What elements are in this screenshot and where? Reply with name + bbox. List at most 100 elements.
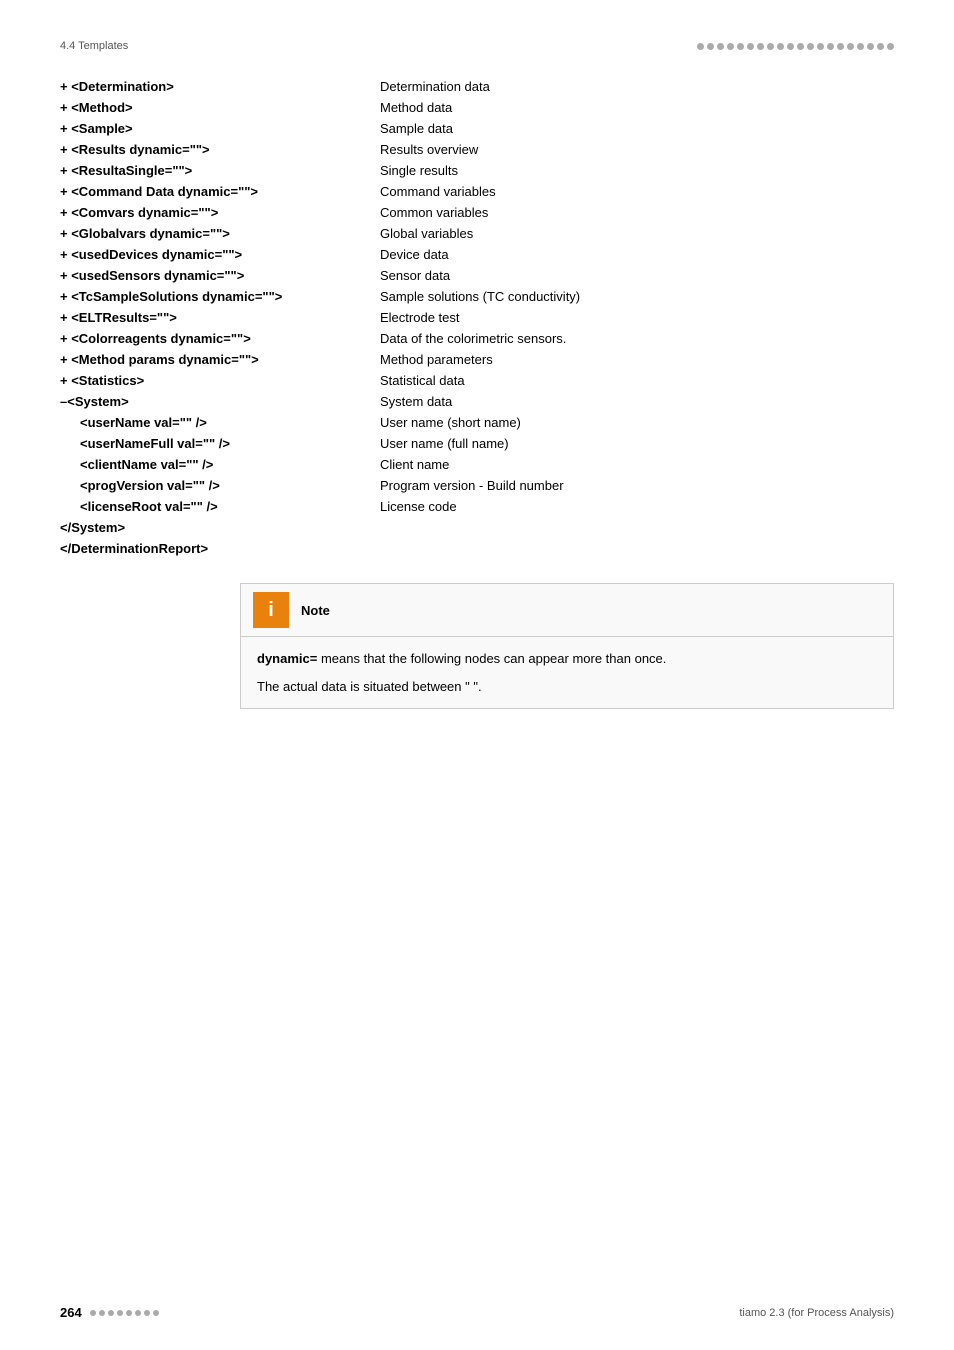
table-row: + <usedDevices dynamic="">Device data	[60, 244, 894, 265]
table-row: + <Statistics>Statistical data	[60, 370, 894, 391]
table-row: + <Results dynamic="">Results overview	[60, 139, 894, 160]
row-left-4: + <ResultaSingle="">	[60, 163, 380, 178]
row-left-19: <progVersion val="" />	[60, 478, 380, 493]
table-row: + <Sample>Sample data	[60, 118, 894, 139]
row-right-6: Common variables	[380, 205, 894, 220]
table-row: + <Globalvars dynamic="">Global variable…	[60, 223, 894, 244]
note-box: i Note dynamic= means that the following…	[240, 583, 894, 709]
note-line1-bold: dynamic=	[257, 651, 317, 666]
row-right-15: System data	[380, 394, 894, 409]
row-left-17: <userNameFull val="" />	[60, 436, 380, 451]
table-row: <userName val="" />User name (short name…	[60, 412, 894, 433]
table-row: <userNameFull val="" />User name (full n…	[60, 433, 894, 454]
table-row: </System>	[60, 517, 894, 538]
header-dot-16	[847, 43, 854, 50]
note-title: Note	[301, 603, 330, 618]
header-dot-12	[807, 43, 814, 50]
note-icon: i	[253, 592, 289, 628]
header-dot-10	[787, 43, 794, 50]
table-row: + <TcSampleSolutions dynamic="">Sample s…	[60, 286, 894, 307]
row-left-8: + <usedDevices dynamic="">	[60, 247, 380, 262]
header-dot-4	[727, 43, 734, 50]
footer-dot-1	[90, 1310, 96, 1316]
row-left-16: <userName val="" />	[60, 415, 380, 430]
row-left-11: + <ELTResults="">	[60, 310, 380, 325]
table-row: <licenseRoot val="" />License code	[60, 496, 894, 517]
row-right-4: Single results	[380, 163, 894, 178]
note-icon-label: i	[268, 599, 274, 622]
row-right-7: Global variables	[380, 226, 894, 241]
header-dot-2	[707, 43, 714, 50]
footer-dot-8	[153, 1310, 159, 1316]
row-left-13: + <Method params dynamic="">	[60, 352, 380, 367]
row-left-9: + <usedSensors dynamic="">	[60, 268, 380, 283]
header-dot-6	[747, 43, 754, 50]
row-left-10: + <TcSampleSolutions dynamic="">	[60, 289, 380, 304]
header-dot-15	[837, 43, 844, 50]
table-row: + <Method params dynamic="">Method param…	[60, 349, 894, 370]
row-left-14: + <Statistics>	[60, 373, 380, 388]
row-left-21: </System>	[60, 520, 380, 535]
row-right-9: Sensor data	[380, 268, 894, 283]
row-left-6: + <Comvars dynamic="">	[60, 205, 380, 220]
row-left-0: + <Determination>	[60, 79, 380, 94]
header-dot-18	[867, 43, 874, 50]
row-left-3: + <Results dynamic="">	[60, 142, 380, 157]
row-right-1: Method data	[380, 100, 894, 115]
table-row: + <ResultaSingle="">Single results	[60, 160, 894, 181]
row-left-12: + <Colorreagents dynamic="">	[60, 331, 380, 346]
row-right-17: User name (full name)	[380, 436, 894, 451]
footer-dot-7	[144, 1310, 150, 1316]
header-decoration	[697, 43, 894, 50]
table-row: + <Colorreagents dynamic="">Data of the …	[60, 328, 894, 349]
footer-dot-5	[126, 1310, 132, 1316]
table-row: –<System>System data	[60, 391, 894, 412]
table-row: + <Determination>Determination data	[60, 76, 894, 97]
header-dot-19	[877, 43, 884, 50]
row-right-16: User name (short name)	[380, 415, 894, 430]
footer-dot-3	[108, 1310, 114, 1316]
section-label: 4.4 Templates	[60, 40, 128, 52]
table-row: <clientName val="" />Client name	[60, 454, 894, 475]
row-right-3: Results overview	[380, 142, 894, 157]
header-dot-20	[887, 43, 894, 50]
row-left-7: + <Globalvars dynamic="">	[60, 226, 380, 241]
xml-table: + <Determination>Determination data+ <Me…	[60, 76, 894, 559]
row-left-5: + <Command Data dynamic="">	[60, 184, 380, 199]
header-dot-3	[717, 43, 724, 50]
row-right-0: Determination data	[380, 79, 894, 94]
row-left-22: </DeterminationReport>	[60, 541, 380, 556]
row-right-13: Method parameters	[380, 352, 894, 367]
row-left-2: + <Sample>	[60, 121, 380, 136]
note-line1: dynamic= means that the following nodes …	[257, 649, 877, 669]
note-body: dynamic= means that the following nodes …	[241, 637, 893, 708]
header-dot-5	[737, 43, 744, 50]
footer-decoration	[90, 1310, 159, 1316]
footer-dot-4	[117, 1310, 123, 1316]
row-right-12: Data of the colorimetric sensors.	[380, 331, 894, 346]
header-dot-9	[777, 43, 784, 50]
page-footer: 264 tiamo 2.3 (for Process Analysis)	[60, 1305, 894, 1320]
header-dot-1	[697, 43, 704, 50]
table-row: + <Method>Method data	[60, 97, 894, 118]
table-row: + <Comvars dynamic="">Common variables	[60, 202, 894, 223]
table-row: <progVersion val="" />Program version - …	[60, 475, 894, 496]
header-dot-7	[757, 43, 764, 50]
page: 4.4 Templates + <Determination>Deter	[0, 0, 954, 769]
table-row: + <ELTResults="">Electrode test	[60, 307, 894, 328]
page-header: 4.4 Templates	[60, 40, 894, 52]
row-right-19: Program version - Build number	[380, 478, 894, 493]
header-dot-17	[857, 43, 864, 50]
row-left-1: + <Method>	[60, 100, 380, 115]
footer-dot-2	[99, 1310, 105, 1316]
table-row: </DeterminationReport>	[60, 538, 894, 559]
row-right-5: Command variables	[380, 184, 894, 199]
row-right-20: License code	[380, 499, 894, 514]
row-right-11: Electrode test	[380, 310, 894, 325]
row-left-15: –<System>	[60, 394, 380, 409]
table-row: + <usedSensors dynamic="">Sensor data	[60, 265, 894, 286]
row-left-20: <licenseRoot val="" />	[60, 499, 380, 514]
note-header: i Note	[241, 584, 893, 637]
header-dot-13	[817, 43, 824, 50]
note-line2: The actual data is situated between " ".	[257, 677, 877, 697]
